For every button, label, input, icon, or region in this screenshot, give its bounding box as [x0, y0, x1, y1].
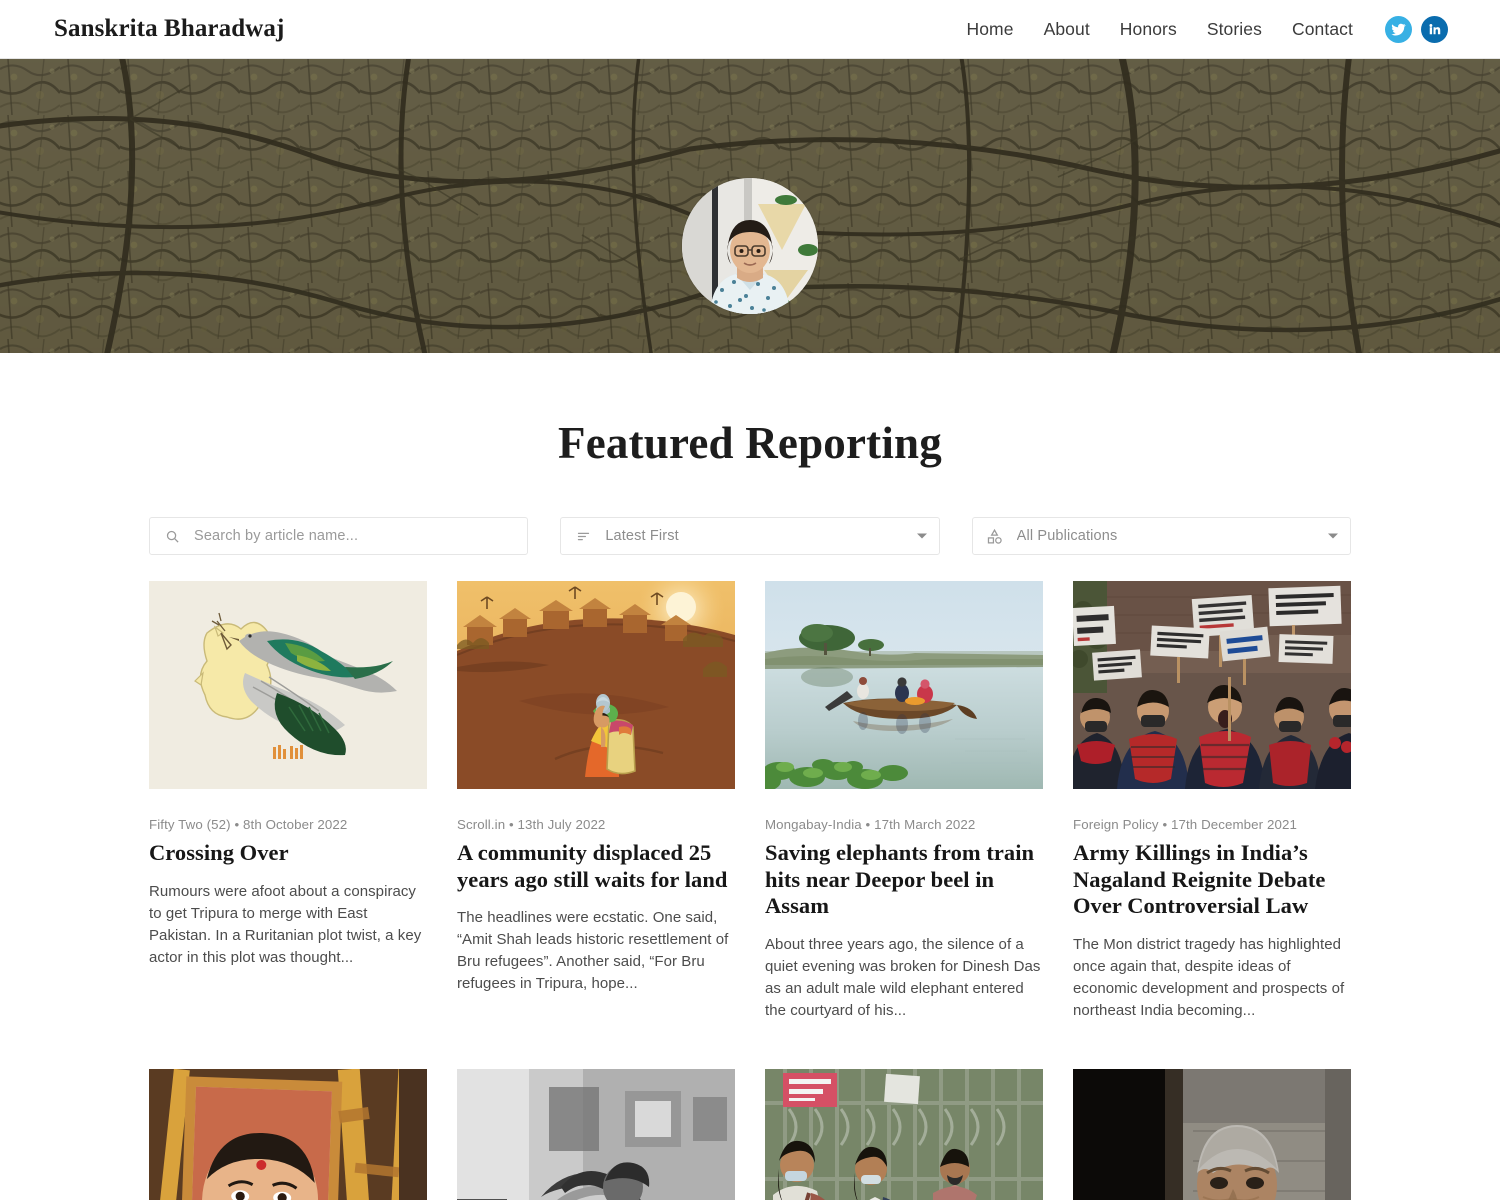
search-icon — [162, 526, 182, 546]
article-image-village-illustration[interactable] — [457, 581, 735, 789]
nav-item-stories[interactable]: Stories — [1192, 19, 1277, 40]
boat-wetland-photo — [765, 581, 1043, 789]
linkedin-icon[interactable] — [1421, 15, 1448, 43]
filter-toolbar: Latest First All Publications — [149, 517, 1351, 555]
article-card[interactable]: Scroll.in • 13th July 2022 A community d… — [457, 581, 735, 1022]
article-meta: Mongabay-India • 17th March 2022 — [765, 817, 976, 832]
article-image-bird-illustration[interactable] — [149, 581, 427, 789]
article-card[interactable]: Foreign Policy • 17th December 2021 Army… — [1073, 581, 1351, 1022]
chevron-down-icon — [1327, 533, 1338, 539]
article-image-protest[interactable] — [1073, 581, 1351, 789]
article-title[interactable]: Crossing Over — [149, 840, 427, 867]
article-image-elderly-woman[interactable] — [1073, 1068, 1351, 1200]
protest-photo — [1073, 581, 1351, 789]
bw-man-backpack-photo — [457, 1068, 735, 1200]
publication-value: All Publications — [1016, 528, 1118, 544]
social-links — [1385, 15, 1448, 43]
framed-portrait-photo — [149, 1068, 427, 1200]
nav-item-home[interactable]: Home — [951, 19, 1028, 40]
twitter-icon[interactable] — [1385, 15, 1412, 43]
nav-item-about[interactable]: About — [1029, 19, 1105, 40]
article-meta: Fifty Two (52) • 8th October 2022 — [149, 817, 348, 832]
shapes-icon — [985, 526, 1005, 546]
site-title: Sanskrita Bharadwaj — [54, 15, 285, 42]
page-title: Featured Reporting — [558, 418, 942, 468]
hero-banner — [0, 59, 1500, 353]
nav-item-honors[interactable]: Honors — [1105, 19, 1192, 40]
article-excerpt: The headlines were ecstatic. One said, “… — [457, 909, 729, 993]
article-image-schoolgirls-gate[interactable] — [765, 1068, 1043, 1200]
article-meta: Foreign Policy • 17th December 2021 — [1073, 817, 1297, 832]
site-header: Sanskrita Bharadwaj Home About Honors St… — [0, 0, 1500, 59]
chevron-down-icon — [916, 533, 927, 539]
sort-icon — [573, 526, 593, 546]
sort-dropdown[interactable]: Latest First — [560, 517, 940, 555]
article-excerpt: About three years ago, the silence of a … — [765, 935, 1041, 1019]
avatar — [682, 178, 818, 314]
bird-illustration — [149, 581, 427, 789]
nav-item-contact[interactable]: Contact — [1277, 19, 1368, 40]
publication-dropdown[interactable]: All Publications — [971, 517, 1351, 555]
village-hill-illustration — [457, 581, 735, 789]
schoolgirls-at-gate-photo — [765, 1068, 1043, 1200]
article-title[interactable]: Saving elephants from train hits near De… — [765, 840, 1043, 920]
article-image-framed-portrait[interactable] — [149, 1068, 427, 1200]
article-excerpt: The Mon district tragedy has highlighted… — [1073, 935, 1345, 1019]
article-image-bw-man-backpack[interactable] — [457, 1068, 735, 1200]
avatar-photo — [682, 178, 818, 314]
article-card[interactable]: Mongabay-India • 17th March 2022 Saving … — [765, 581, 1043, 1022]
article-meta: Scroll.in • 13th July 2022 — [457, 817, 606, 832]
main-content: Featured Reporting Latest First — [0, 353, 1500, 1200]
sort-value: Latest First — [605, 528, 679, 544]
search-input[interactable] — [194, 528, 484, 544]
elderly-woman-photo — [1073, 1068, 1351, 1200]
main-nav: Home About Honors Stories Contact — [951, 15, 1448, 43]
article-grid: Fifty Two (52) • 8th October 2022 Crossi… — [149, 581, 1351, 1022]
article-card[interactable]: Fifty Two (52) • 8th October 2022 Crossi… — [149, 581, 427, 1022]
article-image-boat-wetland[interactable] — [765, 581, 1043, 789]
article-title[interactable]: A community displaced 25 years ago still… — [457, 840, 735, 893]
article-title[interactable]: Army Killings in India’s Nagaland Reigni… — [1073, 840, 1351, 920]
article-grid-row-2 — [149, 1068, 1351, 1200]
search-field[interactable] — [149, 517, 529, 555]
article-excerpt: Rumours were afoot about a conspiracy to… — [149, 882, 422, 966]
